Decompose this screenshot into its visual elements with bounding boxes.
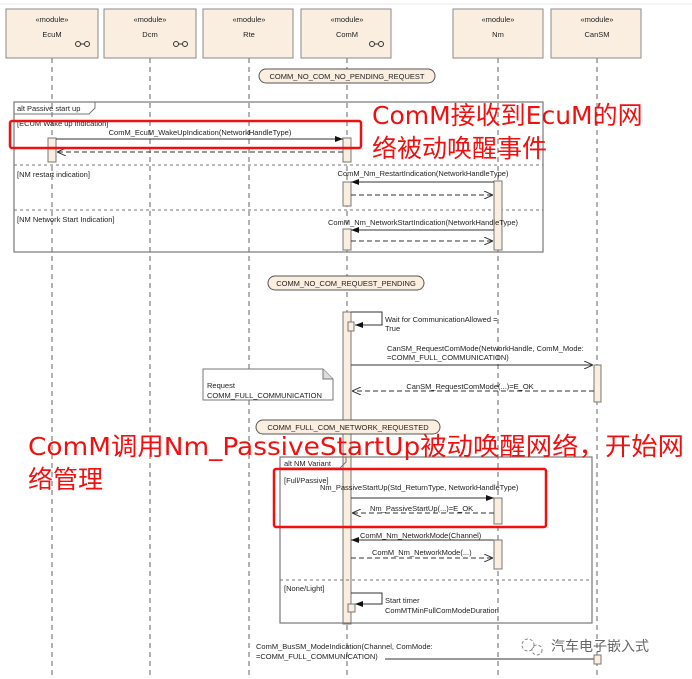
guard: [None/Light]	[284, 584, 324, 593]
svg-text:Request: Request	[207, 381, 236, 390]
annotation-text: 络管理	[28, 465, 103, 494]
self-call-wait: Wait for CommunicationAllowed = True	[347, 311, 498, 333]
annotation-text: ComM调用Nm_PassiveStartUp被动唤醒网络，开始网	[28, 432, 684, 461]
lifeline-rte[interactable]: «module» Rte	[202, 8, 294, 59]
lifeline-dcm[interactable]: «module» Dcm	[103, 8, 197, 59]
wechat-icon	[521, 638, 543, 656]
stereotype: «module»	[134, 15, 167, 24]
svg-text:ComMTMinFullComModeDuration: ComMTMinFullComModeDuration	[385, 606, 499, 615]
message-label: ComM_EcuM_WakeUpIndication(NetworkHandle…	[109, 128, 292, 137]
lifeline-name: Nm	[492, 30, 504, 39]
svg-text:COMM_FULL_COMMUNICATION: COMM_FULL_COMMUNICATION	[207, 391, 322, 400]
lifeline-comm[interactable]: «module» ComM	[300, 8, 392, 59]
guard: [NM Network Start Indication]	[17, 215, 115, 224]
svg-text:Wait for CommunicationAllowed: Wait for CommunicationAllowed =	[385, 315, 498, 324]
message-label: ComM_Nm_NetworkMode(Channel)	[360, 531, 482, 540]
stereotype: «module»	[36, 15, 69, 24]
svg-text:COMM_FULL_COM_NETWORK_REQUESTE: COMM_FULL_COM_NETWORK_REQUESTED	[267, 423, 429, 432]
frame-label: alt Passive start up	[17, 104, 80, 113]
lifeline-name: Rte	[243, 30, 255, 39]
stereotype: «module»	[233, 15, 266, 24]
annotation-text: ComM接收到EcuM的网	[372, 101, 643, 130]
svg-text:=COMM_FULL_COMMUNICATION): =COMM_FULL_COMMUNICATION)	[387, 353, 509, 362]
message-label: Nm_PassiveStartUp(Std_ReturnType, Networ…	[320, 483, 519, 492]
state-no-com-no-pending: COMM_NO_COM_NO_PENDING_REQUEST	[258, 68, 436, 84]
stereotype: «module»	[331, 15, 364, 24]
svg-text:=COMM_FULL_COMMUNICATION): =COMM_FULL_COMMUNICATION)	[256, 652, 378, 661]
lifeline-name: EcuM	[42, 30, 61, 39]
svg-text:CanSM_RequestComMode(...)=E_OK: CanSM_RequestComMode(...)=E_OK	[406, 382, 533, 391]
stereotype: «module»	[581, 15, 614, 24]
bussm-mode-indication: ComM_BusSM_ModeIndication(Channel, ComMo…	[256, 642, 602, 665]
svg-text:True: True	[385, 324, 400, 333]
lifeline-name: ComM	[336, 30, 358, 39]
stereotype: «module»	[482, 15, 515, 24]
svg-text:CanSM_RequestComMode(NetworkHa: CanSM_RequestComMode(NetworkHandle, ComM…	[387, 344, 584, 353]
svg-text:COMM_NO_COM_NO_PENDING_REQUEST: COMM_NO_COM_NO_PENDING_REQUEST	[269, 72, 424, 81]
svg-text:Start timer: Start timer	[385, 596, 420, 605]
message-label: ComM_Nm_RestartIndication(NetworkHandleT…	[338, 169, 509, 178]
cansm-request-message: CanSM_RequestComMode(NetworkHandle, ComM…	[351, 344, 602, 403]
annotation-text: 络被动唤醒事件	[372, 134, 547, 163]
svg-text:ComM_BusSM_ModeIndication(Chan: ComM_BusSM_ModeIndication(Channel, ComMo…	[256, 642, 433, 651]
watermark: 汽车电子嵌入式	[551, 638, 649, 655]
sequence-diagram: «module» EcuM «module» Dcm «module» Rte …	[0, 3, 692, 679]
message-label: Nm_PassiveStartUp(...)=E_OK	[370, 504, 473, 513]
lifeline-nm[interactable]: «module» Nm	[452, 8, 544, 59]
lifeline-ecum[interactable]: «module» EcuM	[5, 8, 99, 59]
svg-text:COMM_NO_COM_REQUEST_PENDING: COMM_NO_COM_REQUEST_PENDING	[276, 279, 416, 288]
lifeline-cansm[interactable]: «module» CanSM	[550, 8, 642, 59]
message-label: ComM_Nm_NetworkMode(...)	[372, 548, 472, 557]
guard: [NM restart indication]	[17, 170, 90, 179]
note-request-full-com: Request COMM_FULL_COMMUNICATION	[202, 368, 334, 401]
state-no-com-request-pending: COMM_NO_COM_REQUEST_PENDING	[267, 275, 425, 291]
lifeline-name: CanSM	[584, 30, 609, 39]
lifeline-name: Dcm	[142, 30, 157, 39]
message-label: ComM_Nm_NetworkStartIndication(NetworkHa…	[328, 218, 519, 227]
